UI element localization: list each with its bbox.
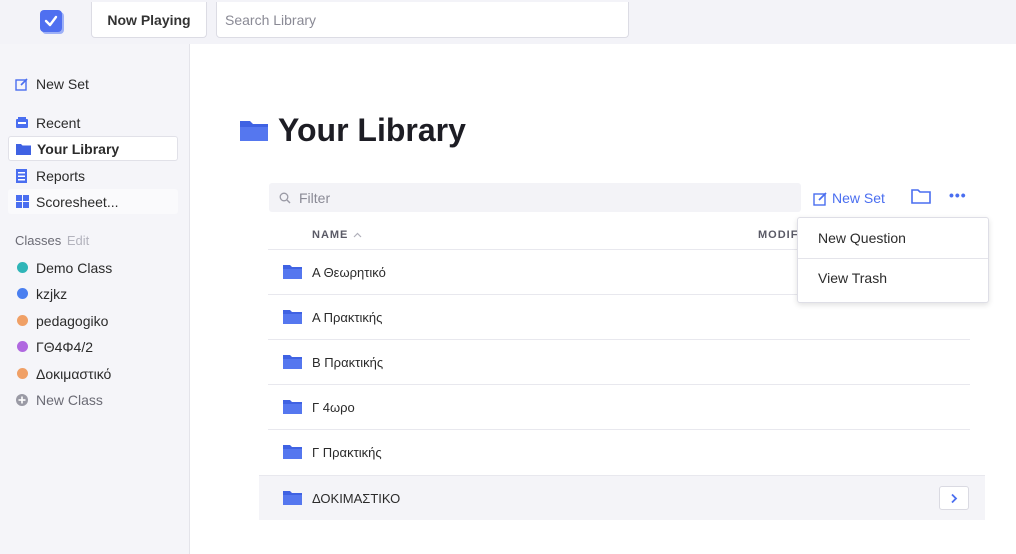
sidebar-class-item[interactable]: kzjkz bbox=[8, 281, 178, 306]
sidebar-item-reports-label: Reports bbox=[36, 167, 86, 184]
sidebar-class-item[interactable]: ΓΘ4Φ4/2 bbox=[8, 334, 178, 359]
sidebar-new-set-label: New Set bbox=[36, 75, 89, 92]
row-name: Γ Πρακτικής bbox=[312, 444, 382, 460]
menu-item-new-question[interactable]: New Question bbox=[818, 230, 906, 246]
folder-outline-icon bbox=[911, 189, 931, 204]
row-name: ΔΟΚΙΜΑΣΤΙΚΟ bbox=[312, 490, 401, 506]
row-name: Α Θεωρητικό bbox=[312, 264, 386, 280]
sidebar-item-scoresheet[interactable]: Scoresheet... bbox=[8, 189, 178, 214]
class-name: pedagogiko bbox=[36, 312, 109, 329]
classes-label: Classes bbox=[15, 233, 62, 248]
plus-circle-icon bbox=[14, 392, 30, 408]
table-row[interactable]: Γ 4ωρο bbox=[268, 384, 970, 429]
reports-icon bbox=[14, 168, 30, 184]
table-row[interactable]: Γ Πρακτικής bbox=[268, 429, 970, 474]
chevron-up-icon bbox=[353, 232, 362, 238]
class-color-dot bbox=[16, 368, 28, 379]
now-playing-button[interactable]: Now Playing bbox=[91, 2, 207, 38]
edit-icon bbox=[813, 191, 827, 206]
class-name: ΓΘ4Φ4/2 bbox=[36, 338, 94, 355]
class-name: kzjkz bbox=[36, 285, 68, 302]
sidebar-item-your-library[interactable]: Your Library bbox=[8, 136, 178, 161]
folder-icon bbox=[283, 490, 302, 510]
menu-divider bbox=[798, 258, 988, 259]
chevron-right-icon bbox=[951, 493, 958, 503]
sidebar-new-set[interactable]: New Set bbox=[8, 71, 178, 96]
classes-heading: Classes Edit bbox=[15, 233, 89, 248]
column-header-name[interactable]: NAME bbox=[312, 229, 362, 241]
column-header-modified[interactable]: MODIFIED bbox=[758, 229, 798, 241]
table-row[interactable]: ΔΟΚΙΜΑΣΤΙΚΟ bbox=[259, 475, 985, 520]
sidebar-item-your-library-label: Your Library bbox=[37, 140, 120, 157]
new-folder-button[interactable] bbox=[911, 188, 931, 209]
table-row[interactable]: Β Πρακτικής bbox=[268, 339, 970, 384]
more-options-button[interactable]: ••• bbox=[949, 187, 967, 203]
classes-edit-link[interactable]: Edit bbox=[67, 233, 89, 248]
row-name: Β Πρακτικής bbox=[312, 354, 384, 370]
search-library-input[interactable]: Search Library bbox=[216, 2, 629, 38]
edit-icon bbox=[14, 76, 30, 92]
checkbox-logo-icon[interactable] bbox=[40, 10, 62, 32]
open-row-button[interactable] bbox=[939, 486, 969, 510]
search-icon bbox=[279, 192, 291, 203]
recent-icon bbox=[14, 115, 30, 131]
menu-item-view-trash[interactable]: View Trash bbox=[818, 270, 887, 286]
sidebar-item-scoresheet-label: Scoresheet... bbox=[36, 193, 119, 210]
class-color-dot bbox=[16, 315, 28, 326]
folder-icon bbox=[283, 264, 302, 284]
sidebar-item-recent[interactable]: Recent bbox=[8, 110, 178, 135]
sidebar-new-class[interactable]: New Class bbox=[8, 387, 178, 412]
class-name: Demo Class bbox=[36, 259, 113, 276]
new-set-label: New Set bbox=[832, 190, 885, 206]
row-name: Γ 4ωρο bbox=[312, 399, 355, 415]
filter-input[interactable]: Filter bbox=[269, 183, 801, 212]
top-bar: Now Playing Search Library bbox=[0, 0, 1016, 44]
sidebar-class-item[interactable]: pedagogiko bbox=[8, 308, 178, 333]
sidebar-class-item[interactable]: Demo Class bbox=[8, 255, 178, 280]
sidebar-item-reports[interactable]: Reports bbox=[8, 163, 178, 188]
folder-icon bbox=[15, 141, 31, 157]
folder-icon bbox=[240, 119, 268, 141]
sidebar-item-recent-label: Recent bbox=[36, 114, 81, 131]
page-title-text: Your Library bbox=[278, 111, 466, 148]
folder-icon bbox=[283, 444, 302, 464]
column-name-label: NAME bbox=[312, 229, 349, 241]
sidebar-class-item[interactable]: Δοκιμαστικό bbox=[8, 361, 178, 386]
filter-placeholder: Filter bbox=[299, 189, 331, 206]
folder-icon bbox=[283, 309, 302, 329]
page-title: Your Library bbox=[240, 110, 466, 150]
row-name: Α Πρακτικής bbox=[312, 309, 383, 325]
class-name: Δοκιμαστικό bbox=[36, 365, 112, 382]
grid-icon bbox=[14, 194, 30, 210]
new-class-label: New Class bbox=[36, 391, 103, 408]
folder-icon bbox=[283, 399, 302, 419]
class-color-dot bbox=[16, 341, 28, 352]
new-set-button[interactable]: New Set bbox=[813, 187, 885, 209]
sidebar: New Set Recent Your Library Reports Scor… bbox=[0, 44, 190, 554]
folder-icon bbox=[283, 354, 302, 374]
class-color-dot bbox=[16, 262, 28, 273]
more-options-menu: New Question View Trash bbox=[797, 217, 989, 303]
class-color-dot bbox=[16, 288, 28, 299]
